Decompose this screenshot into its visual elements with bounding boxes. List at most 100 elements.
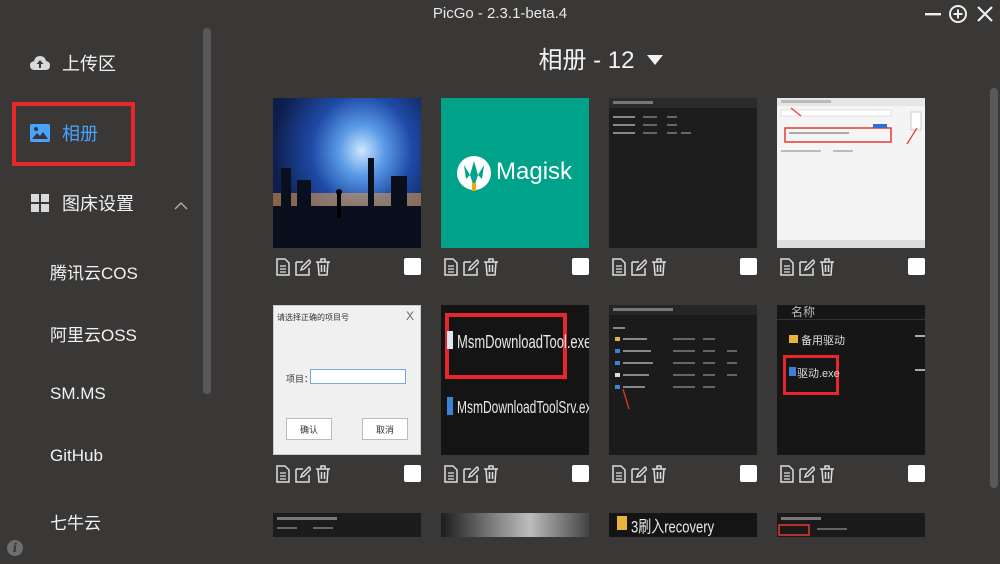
image-thumbnail[interactable] xyxy=(273,513,421,537)
sidebar-sub-item-smms[interactable]: SM.MS xyxy=(50,384,106,404)
trash-icon[interactable] xyxy=(819,465,835,483)
trash-icon[interactable] xyxy=(651,465,667,483)
gallery-card xyxy=(777,98,925,276)
image-thumbnail[interactable] xyxy=(441,513,589,537)
select-checkbox[interactable] xyxy=(908,465,925,482)
card-actions xyxy=(609,465,757,485)
card-actions xyxy=(777,258,925,278)
close-icon xyxy=(977,6,993,22)
sidebar-item-label: 相册 xyxy=(62,124,98,144)
document-icon[interactable] xyxy=(779,258,795,276)
gallery-card: 请选择正确的项目号 X 项目： 确认 取消 xyxy=(273,305,421,483)
exe-name-text: MsmDownloadTool.exe xyxy=(457,331,589,352)
close-icon: X xyxy=(405,309,414,323)
trash-icon[interactable] xyxy=(315,258,331,276)
trash-icon[interactable] xyxy=(483,465,499,483)
trash-icon[interactable] xyxy=(315,465,331,483)
edit-icon[interactable] xyxy=(799,465,815,483)
trash-icon[interactable] xyxy=(483,258,499,276)
card-actions xyxy=(273,465,421,485)
window-title: PicGo - 2.3.1-beta.4 xyxy=(432,5,568,22)
sidebar-sub-item-qiniu[interactable]: 七牛云 xyxy=(50,509,101,534)
sidebar-item-picbed-settings[interactable]: 图床设置 xyxy=(0,183,200,223)
minimize-button[interactable] xyxy=(923,4,943,24)
select-checkbox[interactable] xyxy=(404,465,421,482)
gallery-card: 名称 备用驱动 驱动.exe xyxy=(777,305,925,483)
gallery-card: MsmDownloadTool.exe MsmDownloadToolSrv.e… xyxy=(441,305,589,483)
sidebar-item-upload[interactable]: 上传区 xyxy=(0,43,200,83)
edit-icon[interactable] xyxy=(295,465,311,483)
select-checkbox[interactable] xyxy=(404,258,421,275)
magisk-text: Magisk xyxy=(496,158,573,185)
document-icon[interactable] xyxy=(443,465,459,483)
dialog-cancel-button: 取消 xyxy=(362,418,408,440)
image-thumbnail[interactable] xyxy=(777,98,925,248)
maximize-button[interactable] xyxy=(948,4,968,24)
document-icon[interactable] xyxy=(275,465,291,483)
column-header-text: 名称 xyxy=(791,305,816,319)
bottom-band xyxy=(213,537,990,564)
document-icon[interactable] xyxy=(443,258,459,276)
image-thumbnail[interactable]: 名称 备用驱动 驱动.exe xyxy=(777,305,925,455)
card-actions xyxy=(777,465,925,485)
album-title: 相册 - 12 xyxy=(538,47,635,74)
trash-icon[interactable] xyxy=(819,258,835,276)
select-checkbox[interactable] xyxy=(740,258,757,275)
image-thumbnail[interactable] xyxy=(609,305,757,455)
caret-down-icon xyxy=(646,54,663,65)
select-checkbox[interactable] xyxy=(908,258,925,275)
edit-icon[interactable] xyxy=(799,258,815,276)
sidebar-sub-item-aliyun-oss[interactable]: 阿里云OSS xyxy=(50,321,137,346)
info-icon[interactable]: i xyxy=(7,540,23,556)
edit-icon[interactable] xyxy=(295,258,311,276)
minimize-icon xyxy=(925,13,941,16)
chevron-up-icon xyxy=(174,195,188,216)
gallery-scrollbar[interactable] xyxy=(990,88,998,488)
document-icon[interactable] xyxy=(611,258,627,276)
sidebar-sub-item-tencent-cos[interactable]: 腾讯云COS xyxy=(50,259,138,284)
image-thumbnail[interactable]: Magisk xyxy=(441,98,589,248)
select-checkbox[interactable] xyxy=(572,258,589,275)
close-button[interactable] xyxy=(975,4,995,24)
edit-icon[interactable] xyxy=(463,258,479,276)
image-icon xyxy=(30,123,50,143)
folder-name-text: 备用驱动 xyxy=(801,335,845,347)
gallery-card xyxy=(609,98,757,276)
image-thumbnail[interactable]: MsmDownloadTool.exe MsmDownloadToolSrv.e… xyxy=(441,305,589,455)
file-name-text: 驱动.exe xyxy=(797,368,840,380)
card-actions xyxy=(273,258,421,278)
document-icon[interactable] xyxy=(611,465,627,483)
gallery-card xyxy=(273,98,421,276)
document-icon[interactable] xyxy=(779,465,795,483)
image-thumbnail[interactable] xyxy=(273,98,421,248)
image-thumbnail[interactable] xyxy=(609,98,757,248)
gallery-card xyxy=(609,305,757,483)
edit-icon[interactable] xyxy=(631,465,647,483)
gallery-card: Magisk xyxy=(441,98,589,276)
trash-icon[interactable] xyxy=(651,258,667,276)
document-icon[interactable] xyxy=(275,258,291,276)
exe-name-text: MsmDownloadToolSrv.exe xyxy=(457,397,589,418)
sidebar-scrollbar[interactable] xyxy=(203,28,211,394)
select-checkbox[interactable] xyxy=(572,465,589,482)
grid-icon xyxy=(30,193,50,213)
sidebar-item-label: 上传区 xyxy=(62,54,116,74)
dialog-label-text: 项目： xyxy=(286,374,314,384)
image-thumbnail[interactable]: 3刷入recovery xyxy=(609,513,757,537)
magisk-logo-icon xyxy=(457,156,491,191)
image-thumbnail[interactable] xyxy=(777,513,925,537)
sidebar-sub-item-github[interactable]: GitHub xyxy=(50,446,103,466)
title-bar: PicGo - 2.3.1-beta.4 xyxy=(0,0,1000,28)
sidebar-item-album[interactable]: 相册 xyxy=(0,113,200,153)
dialog-title-text: 请选择正确的项目号 xyxy=(277,313,349,322)
card-actions xyxy=(609,258,757,278)
album-header[interactable]: 相册 - 12 xyxy=(213,40,988,75)
card-actions xyxy=(441,465,589,485)
select-checkbox[interactable] xyxy=(740,465,757,482)
plus-circle-icon xyxy=(949,5,967,23)
card-actions xyxy=(441,258,589,278)
sidebar: 上传区 相册 图床设置 腾讯云COS 阿里云OSS SM.MS GitHub 七… xyxy=(0,28,213,564)
edit-icon[interactable] xyxy=(463,465,479,483)
edit-icon[interactable] xyxy=(631,258,647,276)
image-thumbnail[interactable]: 请选择正确的项目号 X 项目： 确认 取消 xyxy=(273,305,421,455)
